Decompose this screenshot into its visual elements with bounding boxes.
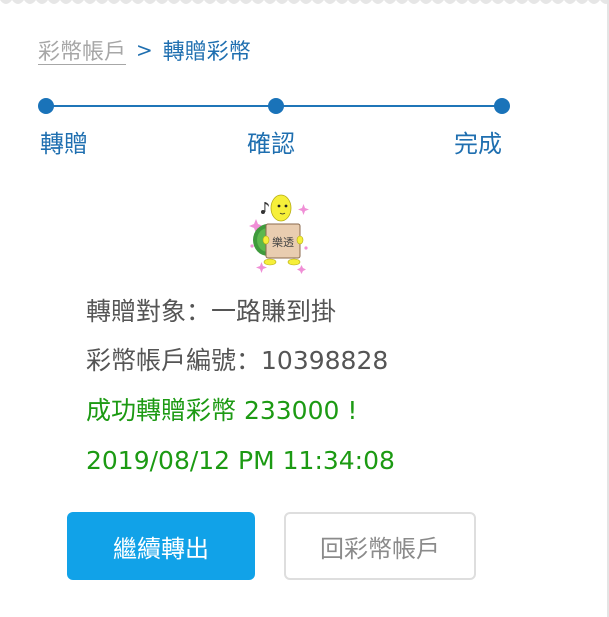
sticker-sign-text: 樂透 [272, 235, 294, 249]
transfer-timestamp: 2019/08/12 PM 11:34:08 [86, 446, 395, 475]
progress-stepper: 轉贈 確認 完成 [0, 90, 609, 160]
success-message: 成功轉贈彩幣 233000 ! [86, 396, 358, 425]
account-number-row: 彩幣帳戶編號：10398828 [86, 343, 388, 379]
breadcrumb-separator: > [136, 38, 153, 62]
step-label-complete: 完成 [454, 130, 502, 158]
account-number-value: 10398828 [261, 346, 389, 375]
step-dot-complete [494, 98, 510, 114]
step-dot-transfer [38, 98, 54, 114]
step-label-transfer: 轉贈 [40, 130, 88, 158]
step-dot-confirm [268, 98, 284, 114]
back-to-coin-account-button[interactable]: 回彩幣帳戶 [284, 512, 476, 580]
transfer-complete-page: 彩幣帳戶 > 轉贈彩幣 轉贈 確認 完成 樂透 轉贈對象：一路賺到掛 彩幣帳戶編… [0, 0, 609, 617]
recipient-row: 轉贈對象：一路賺到掛 [86, 294, 336, 330]
account-number-label: 彩幣帳戶編號： [86, 346, 262, 375]
turtle-sticker-icon: 樂透 [249, 194, 309, 274]
breadcrumb-link-coin-account[interactable]: 彩幣帳戶 [38, 34, 126, 66]
continue-transfer-button[interactable]: 繼續轉出 [67, 512, 255, 580]
breadcrumb-current-page: 轉贈彩幣 [162, 40, 251, 65]
recipient-label: 轉贈對象： [86, 297, 212, 326]
breadcrumb: 彩幣帳戶 > 轉贈彩幣 [38, 34, 251, 66]
recipient-name: 一路賺到掛 [211, 297, 337, 326]
torn-paper-edge [0, 0, 609, 4]
step-label-confirm: 確認 [247, 130, 295, 158]
